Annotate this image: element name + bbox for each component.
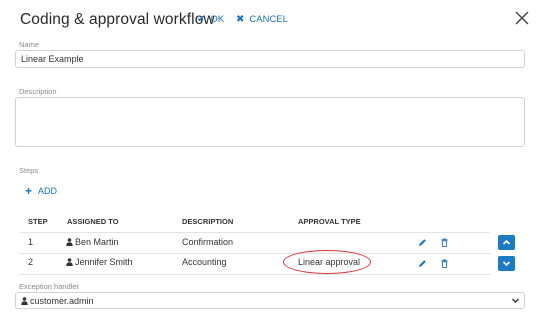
cancel-x-icon: ✖ xyxy=(236,14,245,25)
description-cell: Accounting xyxy=(182,257,227,267)
ok-button-label: OK xyxy=(210,14,225,25)
steps-label: Steps xyxy=(19,166,39,175)
assigned-to-cell: Ben Martin xyxy=(66,237,119,247)
exception-handler-label: Exception handler xyxy=(19,282,80,291)
person-icon xyxy=(66,258,73,266)
approval-type-highlight xyxy=(283,250,371,274)
person-icon xyxy=(21,296,28,305)
table-divider xyxy=(20,232,490,233)
description-cell: Confirmation xyxy=(182,237,234,247)
close-icon[interactable] xyxy=(513,9,531,27)
chevron-down-icon xyxy=(502,261,511,267)
cancel-button[interactable]: ✖ CANCEL xyxy=(236,14,288,25)
move-down-button[interactable] xyxy=(498,256,515,271)
check-icon: ✔ xyxy=(197,14,206,25)
trash-icon[interactable] xyxy=(440,259,449,268)
dialog-title: Coding & approval workflow xyxy=(20,11,215,28)
column-header-description: DESCRIPTION xyxy=(182,217,234,226)
description-input[interactable] xyxy=(15,97,525,147)
name-label: Name xyxy=(19,40,40,49)
plus-icon: + xyxy=(25,184,33,198)
trash-icon[interactable] xyxy=(440,238,449,247)
person-icon xyxy=(66,238,73,246)
ok-button[interactable]: ✔ OK xyxy=(197,14,224,25)
assignee-name: Ben Martin xyxy=(75,237,119,247)
column-header-step: STEP xyxy=(28,217,48,226)
pencil-icon[interactable] xyxy=(418,259,427,268)
column-header-assigned-to: ASSIGNED TO xyxy=(67,217,119,226)
assigned-to-cell: Jennifer Smith xyxy=(66,257,133,267)
chevron-up-icon xyxy=(502,239,511,245)
assignee-name: Jennifer Smith xyxy=(75,257,133,267)
step-number: 2 xyxy=(28,257,34,267)
chevron-down-icon xyxy=(512,298,519,303)
pencil-icon[interactable] xyxy=(418,238,427,247)
move-up-button[interactable] xyxy=(498,235,515,250)
step-number: 1 xyxy=(28,237,34,247)
column-header-approval-type: APPROVAL TYPE xyxy=(298,217,361,226)
cancel-button-label: CANCEL xyxy=(249,14,288,25)
description-label: Description xyxy=(19,87,57,96)
table-divider xyxy=(20,274,490,275)
dialog-header: Coding & approval workflow ✔ OK ✖ CANCEL xyxy=(0,0,541,38)
exception-handler-select[interactable]: customer.admin xyxy=(15,292,525,309)
add-step-button[interactable]: + ADD xyxy=(25,184,57,198)
add-step-label: ADD xyxy=(38,186,58,196)
table-divider xyxy=(20,253,490,254)
name-input[interactable]: Linear Example xyxy=(15,50,525,68)
exception-handler-value: customer.admin xyxy=(30,295,94,306)
